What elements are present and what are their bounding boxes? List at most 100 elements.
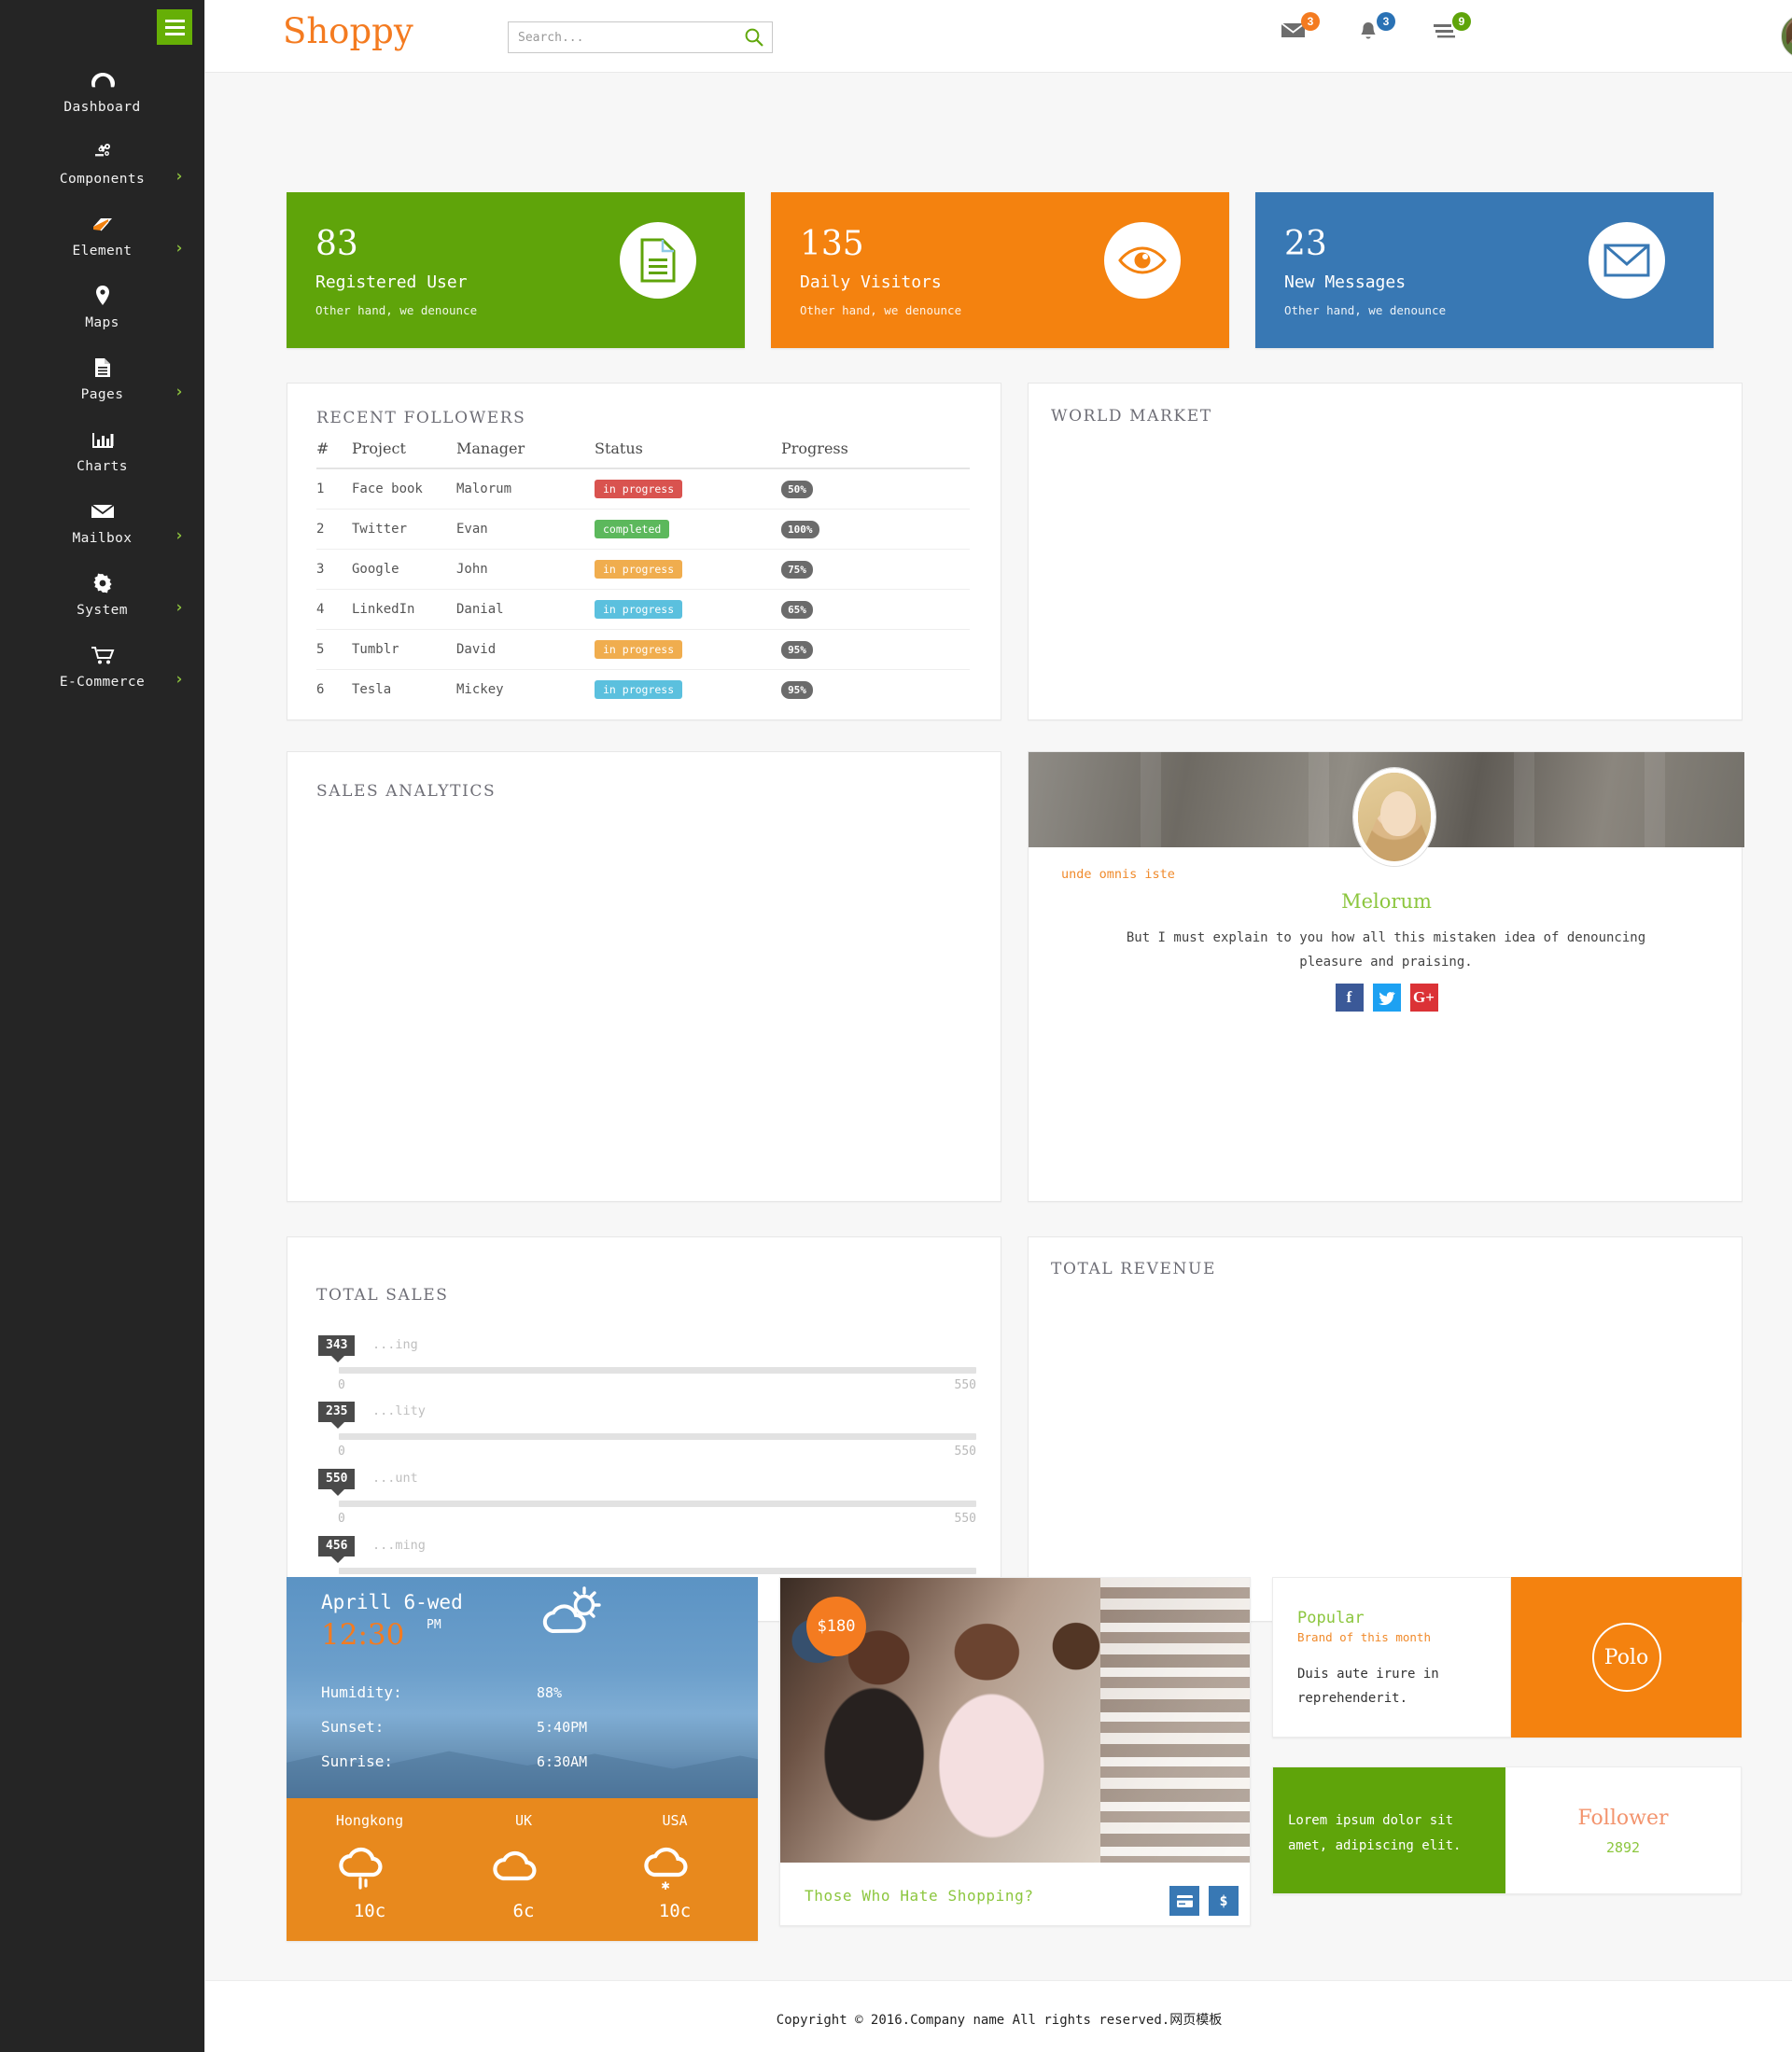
- hamburger-bar: [165, 26, 185, 29]
- bar-track[interactable]: [339, 1367, 976, 1374]
- weather-row-label: Sunrise:: [321, 1752, 393, 1770]
- cloud-snow-icon: ✱: [596, 1841, 753, 1895]
- cell-index: 6: [316, 670, 352, 710]
- bar-track[interactable]: [339, 1501, 976, 1507]
- search-input[interactable]: [518, 22, 728, 52]
- total-revenue-panel: TOTAL REVENUE: [1028, 1236, 1743, 1622]
- chevron-right-icon[interactable]: ›: [175, 383, 184, 401]
- bar-chart-icon: [0, 426, 204, 451]
- popular-info: Popular Brand of this month Duis aute ir…: [1272, 1577, 1511, 1738]
- tasks-notification[interactable]: 9: [1432, 21, 1465, 50]
- svg-text:✱: ✱: [661, 1877, 669, 1893]
- chevron-right-icon[interactable]: ›: [175, 526, 184, 545]
- profile-card: unde omnis iste Melorum But I must expla…: [1028, 751, 1743, 1202]
- chevron-right-icon[interactable]: ›: [175, 167, 184, 186]
- follower-title: Follower: [1505, 1807, 1741, 1830]
- badge-count: 9: [1452, 12, 1471, 31]
- sidebar-item-label: Mailbox: [73, 531, 133, 546]
- sidebar-item-charts[interactable]: Charts: [0, 413, 204, 485]
- bar-value-tooltip: 235: [318, 1402, 355, 1422]
- cell-manager: Malorum: [456, 468, 595, 510]
- top-bar: Shoppy 3 3 9 Malorum Administrator ▾: [204, 0, 1792, 73]
- search-icon[interactable]: [744, 27, 764, 48]
- popular-brand-card: Popular Brand of this month Duis aute ir…: [1272, 1577, 1742, 1738]
- google-plus-icon[interactable]: G+: [1410, 984, 1438, 1012]
- col-project: Project: [352, 440, 456, 468]
- sidebar-item-system[interactable]: System ›: [0, 557, 204, 629]
- chevron-right-icon[interactable]: ›: [175, 598, 184, 617]
- popular-subtitle: Brand of this month: [1297, 1630, 1431, 1644]
- stat-label: New Messages: [1284, 272, 1406, 292]
- stat-card-daily-visitors[interactable]: 135 Daily Visitors Other hand, we denoun…: [771, 192, 1229, 348]
- city-temp: 10c: [291, 1901, 448, 1921]
- stat-label: Registered User: [315, 272, 468, 292]
- dollar-icon[interactable]: $: [1209, 1886, 1239, 1916]
- status-badge: in progress: [595, 600, 682, 619]
- world-market-panel: WORLD MARKET: [1028, 383, 1743, 720]
- footer: Copyright © 2016.Company name All rights…: [204, 1980, 1792, 2052]
- sidebar-item-components[interactable]: Components ›: [0, 126, 204, 198]
- credit-card-icon[interactable]: [1169, 1886, 1199, 1916]
- badge-count: 3: [1377, 12, 1395, 31]
- weather-row-label: Sunset:: [321, 1718, 384, 1736]
- table-row[interactable]: 3 Google John in progress 75%: [316, 550, 970, 590]
- sidebar-item-pages[interactable]: Pages ›: [0, 342, 204, 413]
- table-row[interactable]: 1 Face book Malorum in progress 50%: [316, 468, 970, 510]
- sidebar-item-label: Charts: [77, 459, 128, 474]
- bar-track[interactable]: [339, 1433, 976, 1440]
- stat-sub: Other hand, we denounce: [800, 303, 961, 317]
- table-row[interactable]: 6 Tesla Mickey in progress 95%: [316, 670, 970, 710]
- hamburger-icon[interactable]: [157, 9, 192, 45]
- bar-track[interactable]: [339, 1568, 976, 1574]
- weather-cities: Hongkong 10c UK 6c USA ✱ 10c: [287, 1798, 758, 1941]
- product-rack: [1100, 1578, 1250, 1863]
- table-row[interactable]: 4 LinkedIn Danial in progress 65%: [316, 590, 970, 630]
- brand-logo[interactable]: Shoppy: [283, 11, 413, 51]
- col-manager: Manager: [456, 440, 595, 468]
- sidebar-item-maps[interactable]: Maps: [0, 270, 204, 342]
- cell-index: 2: [316, 510, 352, 550]
- table-row[interactable]: 5 Tumblr David in progress 95%: [316, 630, 970, 670]
- search-box[interactable]: [508, 21, 773, 53]
- cell-status: in progress: [595, 670, 781, 710]
- sidebar-item-element[interactable]: Element ›: [0, 198, 204, 270]
- sidebar-item-ecommerce[interactable]: E-Commerce ›: [0, 629, 204, 701]
- stat-card-registered-user[interactable]: 83 Registered User Other hand, we denoun…: [287, 192, 745, 348]
- sidebar: Dashboard Components › Element › Maps Pa…: [0, 0, 204, 2052]
- city-name: Hongkong: [291, 1812, 448, 1829]
- cell-manager: John: [456, 550, 595, 590]
- sidebar-item-label: Element: [73, 244, 133, 258]
- cell-project: LinkedIn: [352, 590, 456, 630]
- product-caption[interactable]: Those Who Hate Shopping?: [805, 1887, 1034, 1905]
- envelope-icon: [1589, 222, 1665, 299]
- sales-analytics-panel: SALES ANALYTICS: [287, 751, 1001, 1202]
- alerts-notification[interactable]: 3: [1356, 21, 1390, 50]
- chevron-right-icon[interactable]: ›: [175, 239, 184, 258]
- cell-progress: 95%: [781, 670, 970, 710]
- cell-progress: 75%: [781, 550, 970, 590]
- product-card: $180 $ Those Who Hate Shopping?: [779, 1577, 1251, 1926]
- chevron-right-icon[interactable]: ›: [175, 670, 184, 689]
- sidebar-item-label: System: [77, 603, 128, 618]
- col-status: Status: [595, 440, 781, 468]
- weather-date: Aprill 6-wed: [321, 1591, 463, 1613]
- sidebar-item-dashboard[interactable]: Dashboard: [0, 54, 204, 126]
- table-row[interactable]: 2 Twitter Evan completed 100%: [316, 510, 970, 550]
- cell-project: Tesla: [352, 670, 456, 710]
- messages-notification[interactable]: 3: [1281, 21, 1314, 50]
- cell-manager: Mickey: [456, 670, 595, 710]
- cart-icon: [0, 642, 204, 666]
- stat-sub: Other hand, we denounce: [1284, 303, 1446, 317]
- facebook-icon[interactable]: f: [1336, 984, 1364, 1012]
- weather-widget: Aprill 6-wed 12:30 PM Humidity: 88% Suns…: [287, 1577, 758, 1941]
- twitter-icon[interactable]: [1373, 984, 1401, 1012]
- axis-max: 550: [955, 1378, 976, 1392]
- stat-sub: Other hand, we denounce: [315, 303, 477, 317]
- sidebar-item-label: E-Commerce: [60, 675, 145, 690]
- profile-name: Melorum: [1029, 890, 1744, 913]
- map-pin-icon: [0, 283, 204, 307]
- cell-status: in progress: [595, 468, 781, 510]
- stat-card-new-messages[interactable]: 23 New Messages Other hand, we denounce: [1255, 192, 1714, 348]
- sidebar-item-mailbox[interactable]: Mailbox ›: [0, 485, 204, 557]
- avatar-hair: [1786, 19, 1792, 47]
